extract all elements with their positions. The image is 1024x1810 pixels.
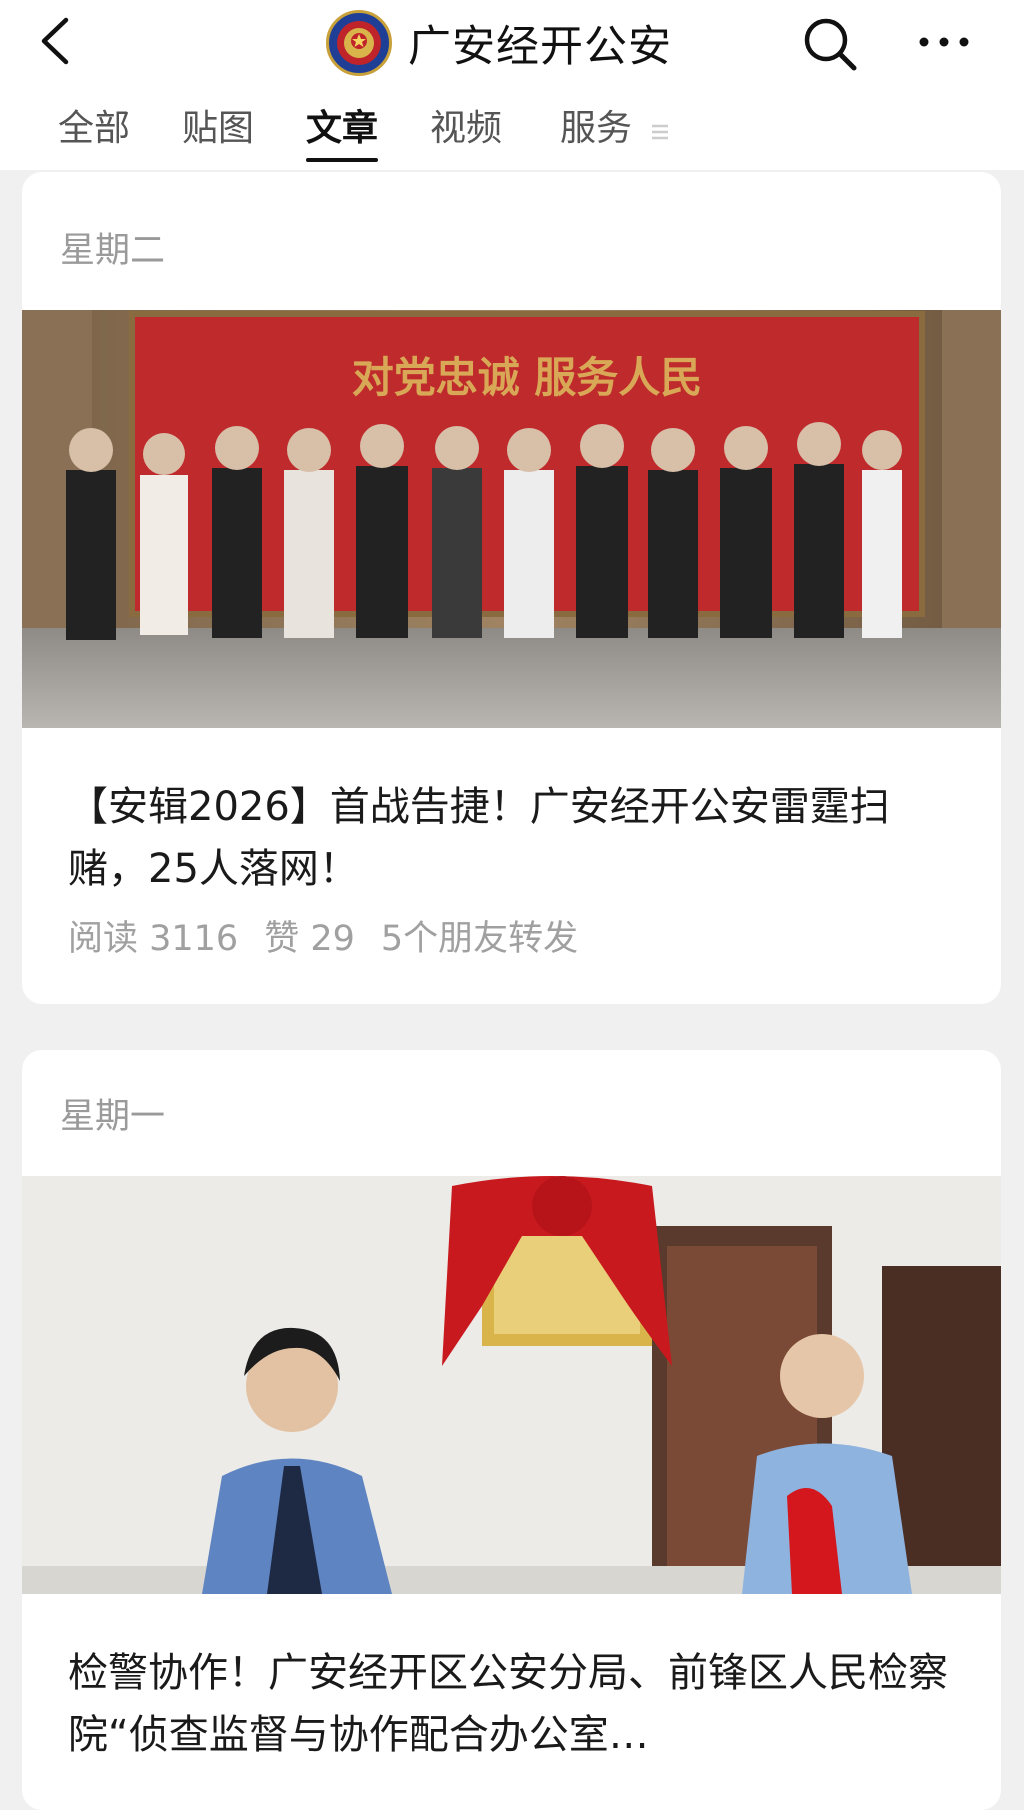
share-count: 5个朋友转发: [380, 919, 579, 959]
tab-posts[interactable]: 贴图: [182, 104, 254, 158]
avatar[interactable]: [326, 10, 392, 76]
account-name: 广安经开公安: [408, 22, 672, 72]
article-card[interactable]: 星期一 检警协作！广安经开区公安分局、前锋区人民检察院“侦查监督与协作配合办公室…: [22, 1050, 1001, 1810]
article-cover-image[interactable]: 对党忠诚 服务人民: [22, 310, 1001, 728]
chevron-left-icon: [41, 17, 69, 65]
content-tabs: 全部 贴图 文章 视频 服务: [0, 90, 1024, 170]
back-button[interactable]: [36, 14, 76, 68]
police-badge-icon: [337, 21, 381, 65]
top-bar: 广安经开公安: [0, 0, 1024, 90]
more-button[interactable]: [914, 22, 974, 62]
account-header[interactable]: 广安经开公安: [326, 8, 672, 78]
search-icon: [804, 18, 857, 71]
article-cover-image[interactable]: [22, 1176, 1001, 1594]
like-count: 赞 29: [264, 919, 355, 959]
publish-day: 星期一: [60, 1097, 166, 1137]
article-card[interactable]: 星期二 对党忠诚 服务人民 【安辑2026】首战告捷！广安经开公安雷霆扫赌，25…: [22, 172, 1001, 1004]
article-title[interactable]: 检警协作！广安经开区公安分局、前锋区人民检察院“侦查监督与协作配合办公室…: [68, 1642, 968, 1766]
tab-articles[interactable]: 文章: [306, 104, 379, 162]
tab-all[interactable]: 全部: [58, 104, 130, 158]
tabs-overflow-icon[interactable]: [650, 122, 670, 142]
tab-services[interactable]: 服务: [560, 104, 632, 158]
read-count: 阅读 3116: [68, 919, 239, 959]
publish-day: 星期二: [60, 231, 166, 271]
more-dots-icon: [919, 37, 969, 47]
article-stats: 阅读 3116 赞 29 5个朋友转发: [68, 910, 578, 961]
article-title[interactable]: 【安辑2026】首战告捷！广安经开公安雷霆扫赌，25人落网！: [68, 776, 968, 900]
search-button[interactable]: [800, 14, 860, 74]
banner-slogan: 对党忠诚 服务人民: [352, 353, 703, 402]
tab-videos[interactable]: 视频: [430, 104, 502, 158]
